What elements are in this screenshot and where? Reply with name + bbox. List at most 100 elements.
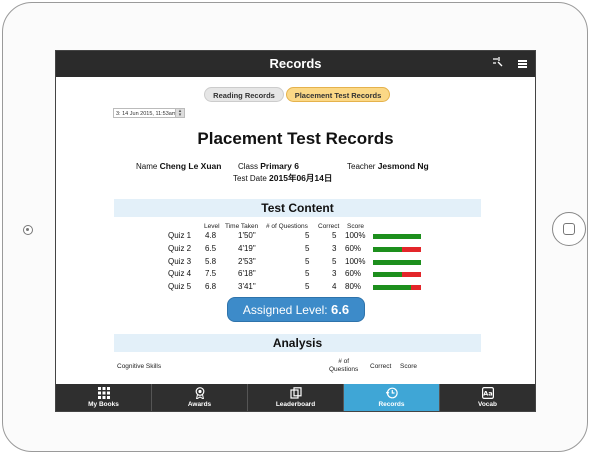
quiz-name: Quiz 5 <box>168 282 192 292</box>
settings-icon[interactable] <box>492 56 503 70</box>
nav-my-books-label: My Books <box>88 401 119 408</box>
header-score: Score <box>347 223 364 230</box>
nav-leaderboard-label: Leaderboard <box>275 401 316 408</box>
camera-icon <box>23 225 33 235</box>
quiz-time: 1'50" <box>238 231 256 240</box>
nav-records-label: Records <box>378 401 405 408</box>
table-row: Quiz 5 6.8 3'41" 5 4 80% <box>56 282 535 294</box>
quiz-score: 100% <box>345 231 366 240</box>
score-bar-fill <box>373 246 402 252</box>
header-level: Level <box>204 223 220 230</box>
tab-placement-test-records[interactable]: Placement Test Records <box>286 87 390 102</box>
header-analysis-questions-line1: # of <box>338 358 350 365</box>
table-row: Quiz 1 4.8 1'50" 5 5 100% <box>56 231 535 243</box>
quiz-correct: 3 <box>332 243 337 253</box>
header-cognitive-skills: Cognitive Skills <box>117 363 162 370</box>
header-analysis-questions-line2: Questions <box>329 366 359 373</box>
teacher: Teacher Jesmond Ng <box>347 161 429 171</box>
quiz-level: 6.8 <box>205 282 217 292</box>
quiz-level: 4.8 <box>205 231 217 240</box>
tab-reading-records[interactable]: Reading Records <box>204 87 284 102</box>
nav-records[interactable]: Records <box>344 384 440 411</box>
quiz-level: 7.5 <box>205 269 217 279</box>
svg-text:Aa: Aa <box>483 390 492 398</box>
quiz-correct: 4 <box>332 282 337 292</box>
quiz-level: 6.5 <box>205 243 217 253</box>
table-row: Quiz 2 6.5 4'19" 5 3 60% <box>56 244 535 256</box>
tablet-frame: Records Reading Records Placement Test R… <box>2 2 588 452</box>
assigned-level-value: 6.6 <box>331 302 350 317</box>
quiz-name: Quiz 4 <box>168 269 192 279</box>
student-class: Class Primary 6 <box>238 161 299 171</box>
page-header-title: Records <box>269 56 322 71</box>
score-bar <box>373 246 421 252</box>
hamburger-menu-icon[interactable] <box>518 60 527 68</box>
quiz-name: Quiz 2 <box>168 243 192 253</box>
name-value: Cheng Le Xuan <box>159 161 222 171</box>
quiz-correct: 5 <box>332 256 337 266</box>
header-analysis-score: Score <box>400 363 417 370</box>
name-label: Name <box>136 162 158 171</box>
vocab-icon: Aa <box>481 387 494 399</box>
assigned-level-badge: Assigned Level: 6.6 <box>228 298 364 321</box>
score-bar-fill <box>373 285 412 291</box>
quiz-questions: 5 <box>305 243 310 253</box>
score-bar <box>373 259 421 265</box>
test-date-select-value: 3: 14 Jun 2015, 11:53am <box>116 111 177 117</box>
class-label: Class <box>238 162 259 171</box>
assigned-level-label: Assigned Level: <box>242 303 328 317</box>
nav-vocab[interactable]: Aa Vocab <box>440 384 535 411</box>
quiz-name: Quiz 3 <box>168 256 192 266</box>
nav-awards[interactable]: Awards <box>152 384 248 411</box>
nav-vocab-label: Vocab <box>477 401 498 408</box>
test-content-heading: Test Content <box>114 199 481 217</box>
score-bar-fill <box>373 259 421 265</box>
quiz-questions: 5 <box>305 282 310 292</box>
header-time-taken: Time Taken <box>225 223 259 230</box>
quiz-score: 60% <box>345 243 362 253</box>
header-correct: Correct <box>318 223 340 230</box>
quiz-score: 80% <box>345 282 362 292</box>
quiz-level: 5.8 <box>205 256 217 266</box>
leaderboard-icon <box>289 387 302 399</box>
score-bar <box>373 234 421 239</box>
home-button[interactable] <box>552 212 586 246</box>
quiz-correct: 5 <box>332 231 337 240</box>
score-bar-fill <box>373 234 421 239</box>
score-bar <box>373 285 421 291</box>
score-bar-fill <box>373 272 402 278</box>
award-ribbon-icon <box>195 387 204 399</box>
chevron-updown-icon: ▴ ▾ <box>175 109 184 118</box>
grid-icon <box>97 387 110 399</box>
test-date-label: Test Date <box>233 174 267 183</box>
quiz-correct: 3 <box>332 269 337 279</box>
analysis-heading: Analysis <box>114 334 481 352</box>
nav-my-books[interactable]: My Books <box>56 384 152 411</box>
quiz-score: 60% <box>345 269 362 279</box>
nav-awards-label: Awards <box>187 401 212 408</box>
top-bar: Records <box>56 51 535 77</box>
header-analysis-correct: Correct <box>370 363 392 370</box>
teacher-value: Jesmond Ng <box>377 161 429 171</box>
score-bar <box>373 272 421 278</box>
page-title: Placement Test Records <box>197 129 394 148</box>
quiz-score: 100% <box>345 256 366 266</box>
test-date: Test Date 2015年06月14日 <box>233 172 332 184</box>
table-row: Quiz 3 5.8 2'53" 5 5 100% <box>56 257 535 269</box>
teacher-label: Teacher <box>347 162 376 171</box>
bottom-nav: My Books Awards Leaderboard Records Aa V… <box>56 384 535 411</box>
quiz-time: 4'19" <box>238 243 256 253</box>
nav-leaderboard[interactable]: Leaderboard <box>248 384 344 411</box>
quiz-questions: 5 <box>305 269 310 279</box>
class-value: Primary 6 <box>260 161 299 171</box>
app-screen: Records Reading Records Placement Test R… <box>55 50 536 412</box>
test-date-select[interactable]: 3: 14 Jun 2015, 11:53am ▴ ▾ <box>113 108 185 118</box>
student-name: Name Cheng Le Xuan <box>136 161 221 171</box>
history-clock-icon <box>385 387 398 399</box>
header-questions: # of Questions <box>266 223 308 230</box>
header-analysis-questions: # of Questions <box>329 358 358 374</box>
quiz-time: 3'41" <box>238 282 256 292</box>
quiz-time: 6'18" <box>238 269 256 279</box>
quiz-time: 2'53" <box>238 256 256 266</box>
quiz-questions: 5 <box>305 231 310 240</box>
